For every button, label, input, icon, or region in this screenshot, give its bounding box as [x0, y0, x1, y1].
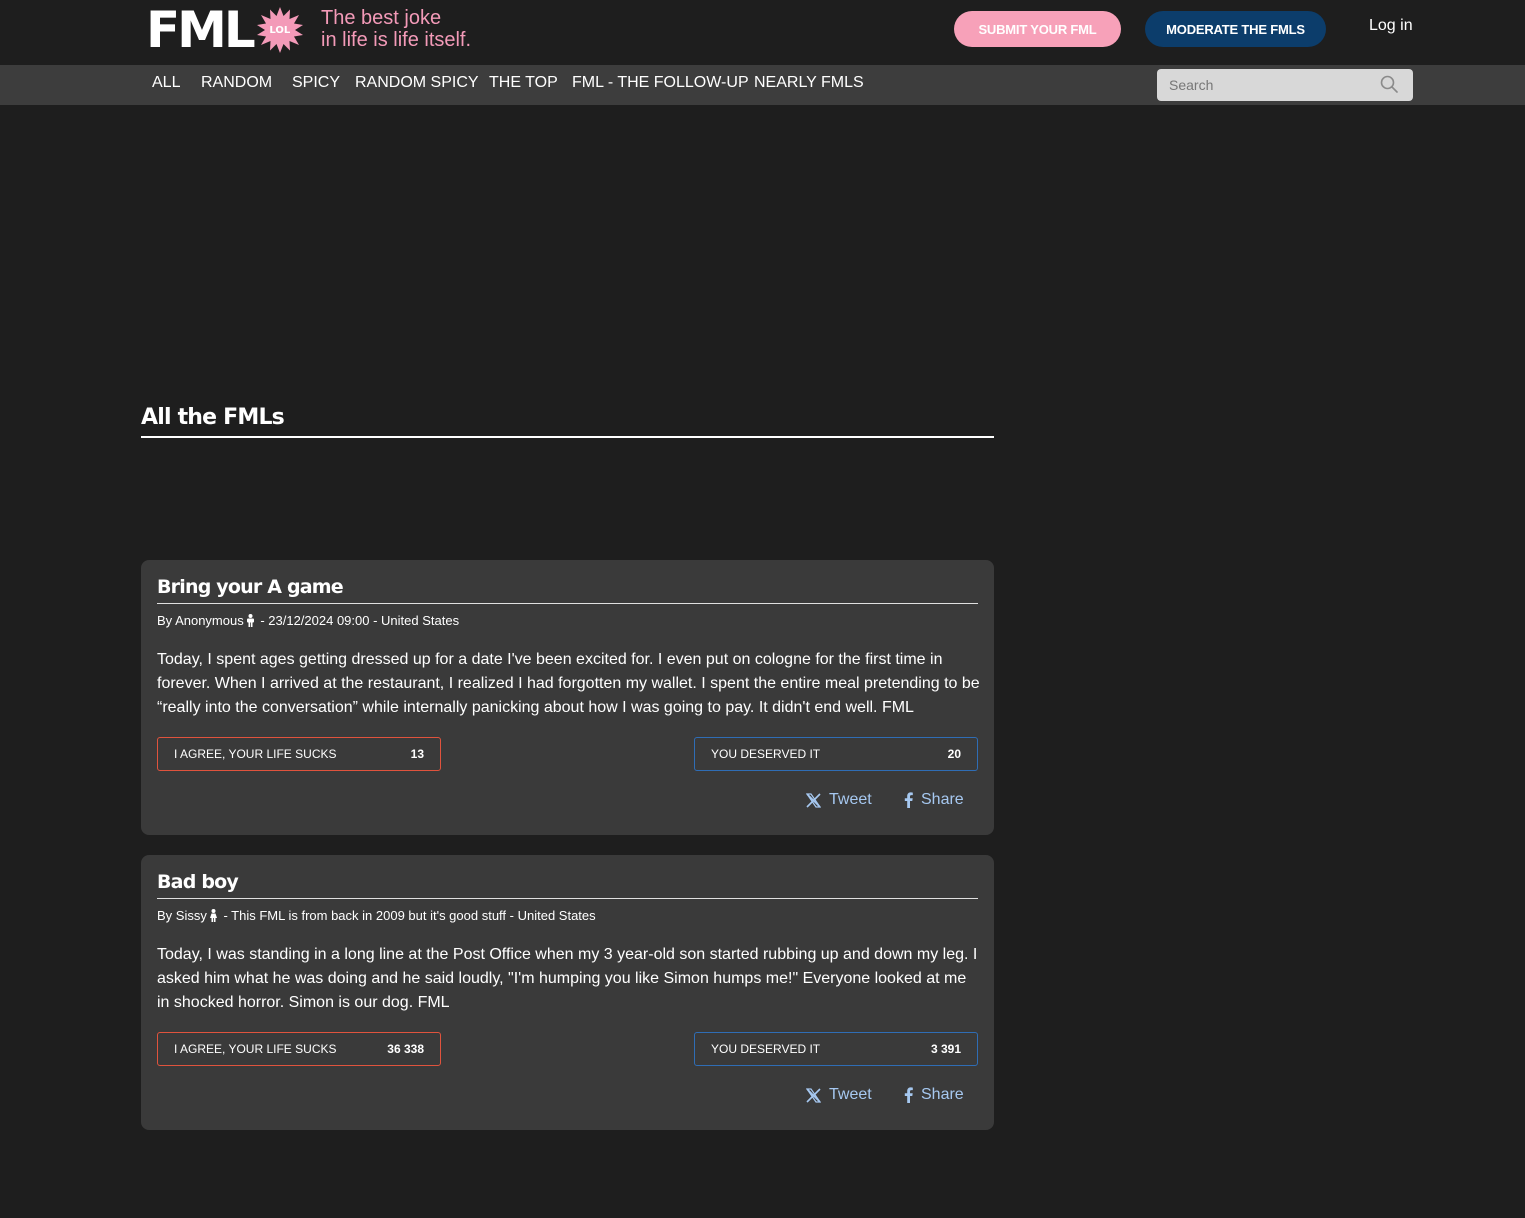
login-link[interactable]: Log in	[1369, 17, 1413, 35]
logo-text: FML	[146, 1, 256, 59]
submit-fml-button[interactable]: SUBMIT YOUR FML	[954, 11, 1121, 47]
deserved-count: 20	[947, 747, 961, 761]
nav-item-all[interactable]: ALL	[152, 74, 180, 92]
fml-post-card: Bring your A game By Anonymous - 23/12/2…	[141, 560, 994, 835]
person-icon	[209, 909, 218, 925]
agree-count: 36 338	[387, 1042, 424, 1056]
deserved-label: YOU DESERVED IT	[711, 747, 821, 761]
agree-label: I AGREE, YOUR LIFE SUCKS	[174, 747, 337, 761]
post-body: Today, I was standing in a long line at …	[157, 946, 978, 1011]
starburst-badge-icon: LOL	[256, 7, 303, 53]
share-label: Share	[921, 791, 964, 808]
nav-item-random[interactable]: RANDOM	[201, 74, 272, 92]
x-logo-icon	[806, 1087, 821, 1103]
tweet-label: Tweet	[829, 1086, 872, 1103]
post-title[interactable]: Bring your A game	[157, 576, 344, 598]
facebook-icon	[904, 792, 913, 808]
post-title[interactable]: Bad boy	[157, 871, 239, 893]
top-bar: FML LOL The best joke in life is life it…	[0, 0, 1525, 65]
search-input[interactable]	[1157, 69, 1377, 101]
facebook-share-link[interactable]: Share	[904, 791, 964, 809]
share-label: Share	[921, 1086, 964, 1103]
agree-count: 13	[410, 747, 424, 761]
tweet-link[interactable]: Tweet	[806, 791, 872, 809]
x-logo-icon	[806, 792, 821, 808]
moderate-fmls-button[interactable]: MODERATE THE FMLS	[1145, 11, 1326, 47]
post-divider	[157, 898, 978, 899]
nav-item-nearly-fmls[interactable]: NEARLY FMLS	[754, 74, 864, 92]
nav-item-spicy[interactable]: SPICY	[292, 74, 340, 92]
post-meta: By Sissy - This FML is from back in 2009…	[157, 908, 596, 925]
post-date-location: - This FML is from back in 2009 but it's…	[219, 908, 596, 923]
agree-vote-button[interactable]: I AGREE, YOUR LIFE SUCKS 13	[157, 737, 441, 771]
site-logo[interactable]: FML LOL	[146, 1, 303, 59]
facebook-icon	[904, 1087, 913, 1103]
post-meta: By Anonymous - 23/12/2024 09:00 - United…	[157, 613, 459, 630]
tweet-label: Tweet	[829, 791, 872, 808]
tweet-link[interactable]: Tweet	[806, 1086, 872, 1104]
deserved-count: 3 391	[930, 1042, 961, 1056]
deserved-label: YOU DESERVED IT	[711, 1042, 821, 1056]
fml-post-card: Bad boy By Sissy - This FML is from back…	[141, 855, 994, 1130]
deserved-vote-button[interactable]: YOU DESERVED IT 20	[694, 737, 978, 771]
tagline-line-2: in life is life itself.	[321, 29, 472, 51]
tagline: The best joke in life is life itself.	[321, 7, 471, 51]
search-icon[interactable]	[1380, 75, 1398, 98]
post-author: By Sissy	[157, 908, 207, 923]
facebook-share-link[interactable]: Share	[904, 1086, 964, 1104]
deserved-vote-button[interactable]: YOU DESERVED IT 3 391	[694, 1032, 978, 1066]
post-author: By Anonymous	[157, 613, 244, 628]
section-divider	[141, 436, 994, 438]
nav-bar: ALL RANDOM SPICY RANDOM SPICY THE TOP FM…	[0, 65, 1525, 105]
nav-item-the-top[interactable]: THE TOP	[489, 74, 558, 92]
tagline-line-1: The best joke	[321, 7, 442, 29]
agree-label: I AGREE, YOUR LIFE SUCKS	[174, 1042, 337, 1056]
search-box	[1157, 69, 1413, 101]
section-title: All the FMLs	[141, 405, 285, 430]
person-icon	[246, 614, 255, 630]
agree-vote-button[interactable]: I AGREE, YOUR LIFE SUCKS 36 338	[157, 1032, 441, 1066]
badge-label: LOL	[269, 24, 291, 36]
post-divider	[157, 603, 978, 604]
nav-item-random-spicy[interactable]: RANDOM SPICY	[355, 74, 479, 92]
post-body: Today, I spent ages getting dressed up f…	[157, 651, 980, 716]
nav-item-follow-up[interactable]: FML - THE FOLLOW-UP	[572, 74, 749, 92]
post-date-location: - 23/12/2024 09:00 - United States	[256, 613, 460, 628]
